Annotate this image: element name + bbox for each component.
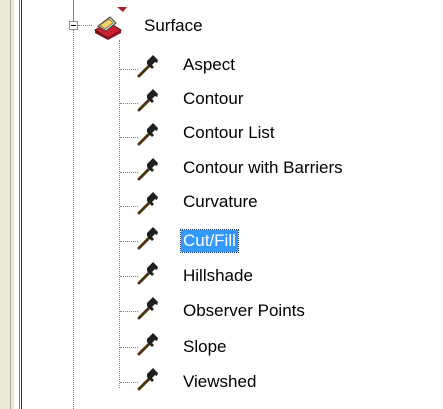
frame-divider <box>19 0 20 409</box>
hammer-tool-icon <box>136 54 162 80</box>
tree-item-label-selected: Cut/Fill <box>180 229 239 253</box>
tree-line <box>119 40 120 388</box>
toolbox-tree[interactable]: Surface Aspect Contour Contour List Cont… <box>22 0 443 409</box>
collapse-toggle[interactable] <box>69 21 78 30</box>
hammer-tool-icon <box>136 122 162 148</box>
frame-divider <box>14 0 15 409</box>
tree-item-label: Aspect <box>183 55 235 74</box>
tree-item-label: Slope <box>183 337 227 356</box>
hammer-tool-icon <box>136 332 162 358</box>
surface-toolset-icon <box>92 12 124 40</box>
tree-line <box>73 0 74 20</box>
hammer-tool-icon <box>136 367 162 393</box>
hammer-tool-icon <box>136 88 162 114</box>
tree-item-label: Hillshade <box>183 266 253 285</box>
tree-item-label: Observer Points <box>183 301 305 320</box>
hammer-tool-icon <box>136 226 162 252</box>
frame-divider <box>10 0 11 409</box>
tree-node-label: Surface <box>144 16 203 35</box>
window-frame <box>0 0 14 409</box>
tree-line <box>73 0 74 409</box>
hammer-tool-icon <box>136 296 162 322</box>
tree-line <box>78 25 92 26</box>
tree-item-label: Contour with Barriers <box>183 158 343 177</box>
tree-item-label: Contour List <box>183 123 275 142</box>
hammer-tool-icon <box>136 191 162 217</box>
partial-tool-icon <box>115 0 135 12</box>
tree-item-label: Contour <box>183 89 244 108</box>
tree-item-label: Curvature <box>183 192 258 211</box>
hammer-tool-icon <box>136 261 162 287</box>
tree-item-label: Viewshed <box>183 372 257 391</box>
hammer-tool-icon <box>136 157 162 183</box>
